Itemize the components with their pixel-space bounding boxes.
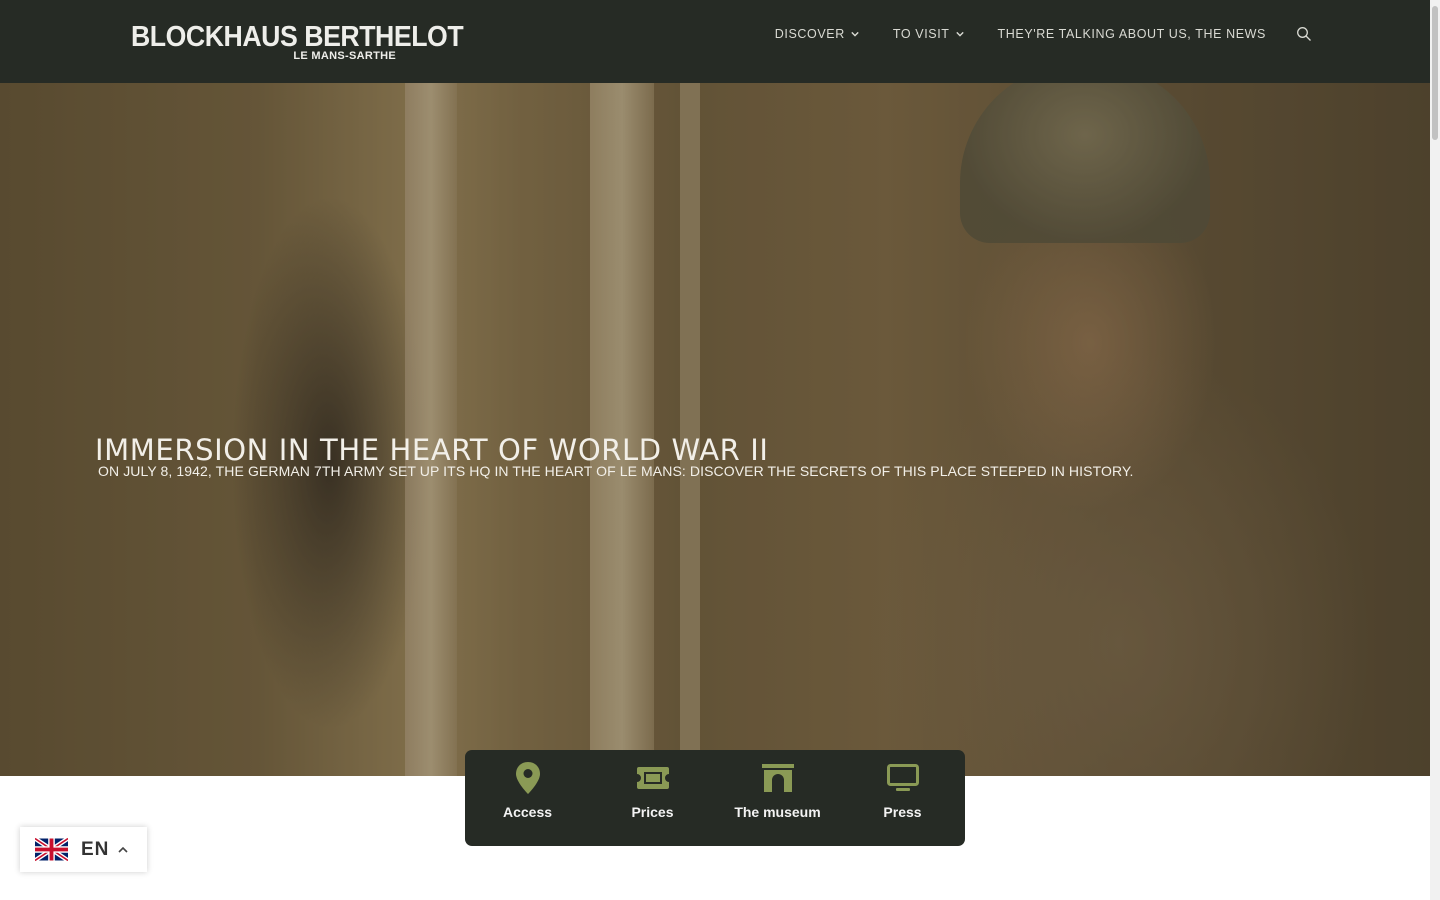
- logo-main-text: BLOCKHAUS BERTHELOT: [131, 21, 464, 53]
- hero-overlay: [0, 83, 1430, 776]
- chevron-up-icon: [118, 846, 128, 853]
- language-switcher[interactable]: EN: [20, 827, 147, 872]
- nav-item-label: TO VISIT: [892, 27, 950, 41]
- uk-flag-icon: [35, 837, 68, 862]
- main-nav: DISCOVER TO VISIT THEY'RE TALKING ABOUT …: [741, 26, 1312, 42]
- nav-item-label: DISCOVER: [774, 27, 845, 41]
- quick-link-museum[interactable]: The museum: [715, 750, 840, 846]
- map-pin-icon: [515, 762, 540, 794]
- quick-links-bar: Access Prices The museum Press: [465, 750, 965, 846]
- ticket-icon: [636, 767, 669, 789]
- quick-link-label: The museum: [734, 804, 821, 820]
- language-code: EN: [81, 838, 110, 860]
- search-icon[interactable]: [1296, 26, 1312, 42]
- chevron-down-icon: [851, 31, 859, 37]
- chevron-down-icon: [955, 31, 964, 37]
- nav-item-to-visit[interactable]: TO VISIT: [893, 27, 964, 41]
- site-logo[interactable]: BLOCKHAUS BERTHELOT LE MANS-SARTHE: [131, 21, 464, 62]
- hero-subtitle: ON JULY 8, 1942, THE GERMAN 7TH ARMY SET…: [98, 463, 1134, 479]
- site-header: BLOCKHAUS BERTHELOT LE MANS-SARTHE DISCO…: [0, 0, 1430, 83]
- quick-link-access[interactable]: Access: [465, 750, 590, 846]
- quick-link-press[interactable]: Press: [840, 750, 965, 846]
- page-scrollbar[interactable]: [1430, 0, 1440, 900]
- nav-item-label: THEY'RE TALKING ABOUT US, THE NEWS: [997, 27, 1266, 41]
- quick-link-prices[interactable]: Prices: [590, 750, 715, 846]
- quick-link-label: Press: [883, 804, 922, 820]
- quick-link-label: Access: [502, 804, 553, 820]
- nav-item-discover[interactable]: DISCOVER: [775, 27, 859, 41]
- quick-link-label: Prices: [631, 804, 674, 820]
- hero-banner: IMMERSION IN THE HEART OF WORLD WAR II O…: [0, 83, 1430, 776]
- scrollbar-thumb[interactable]: [1432, 6, 1438, 140]
- nav-item-news[interactable]: THEY'RE TALKING ABOUT US, THE NEWS: [998, 27, 1266, 41]
- archway-icon: [761, 764, 794, 792]
- monitor-icon: [886, 764, 919, 791]
